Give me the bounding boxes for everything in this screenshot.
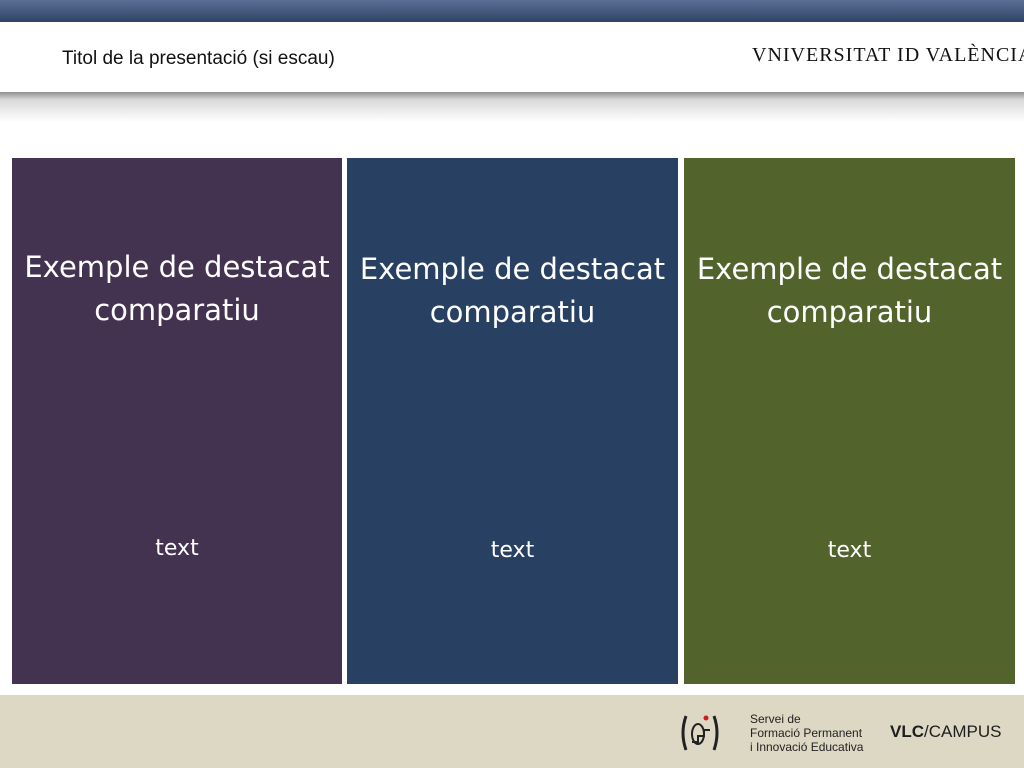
service-line: Servei de bbox=[750, 712, 801, 726]
vlc-logo-bold: VLC bbox=[890, 722, 924, 741]
panel-heading: Exemple de destacat comparatiu bbox=[359, 252, 666, 329]
service-logo-icon bbox=[681, 715, 719, 751]
service-line: Formació Permanent bbox=[750, 726, 863, 740]
panel-text: text bbox=[155, 536, 199, 561]
service-line: i Innovació Educativa bbox=[750, 740, 864, 754]
comparison-panel-1: Exemple de destacat comparatiu text bbox=[12, 158, 342, 684]
service-name: Servei de Formació Permanent i Innovació… bbox=[750, 712, 863, 754]
panel-heading: Exemple de destacat comparatiu bbox=[696, 252, 1003, 329]
university-logo: VNIVERSITAT ID VALÈNCIA bbox=[752, 44, 1024, 66]
slide-footer bbox=[0, 695, 1024, 768]
vlc-logo-rest: /CAMPUS bbox=[924, 722, 1002, 741]
panel-text: text bbox=[827, 538, 872, 563]
comparison-panel-3: Exemple de destacat comparatiu text bbox=[684, 158, 1015, 684]
top-banner-bar bbox=[0, 0, 1024, 22]
vlc-campus-logo: VLC/CAMPUS bbox=[890, 722, 1001, 742]
comparison-panel-2: Exemple de destacat comparatiu text bbox=[347, 158, 678, 684]
presentation-title: Titol de la presentació (si escau) bbox=[62, 48, 335, 69]
panel-text: text bbox=[490, 538, 535, 563]
panel-heading: Exemple de destacat comparatiu bbox=[24, 250, 330, 327]
header-shadow bbox=[0, 92, 1024, 122]
